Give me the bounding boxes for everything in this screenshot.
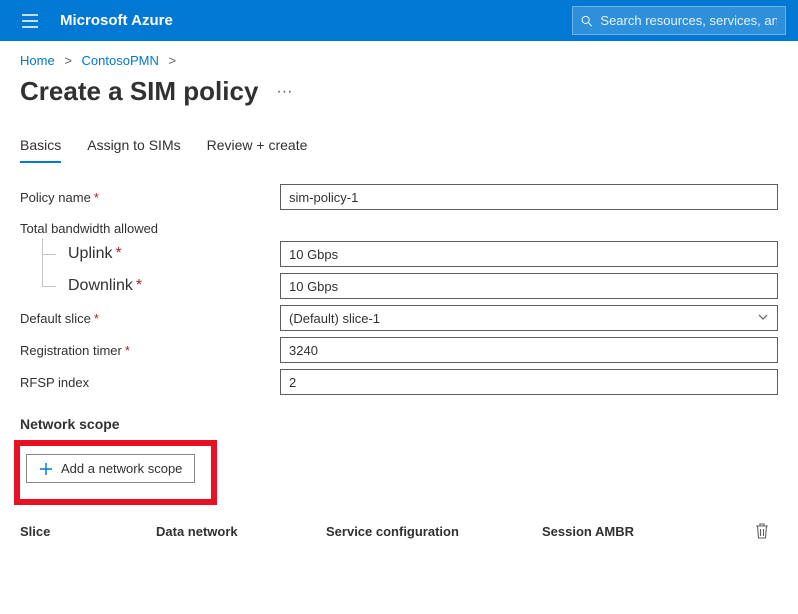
plus-icon (39, 462, 53, 476)
add-network-scope-label: Add a network scope (61, 461, 182, 476)
tab-bar: Basics Assign to SIMs Review + create (0, 107, 798, 163)
col-session-ambr: Session AMBR (542, 524, 746, 539)
page-title: Create a SIM policy (20, 76, 258, 107)
default-slice-value: (Default) slice-1 (289, 311, 380, 326)
col-service-configuration: Service configuration (326, 524, 542, 539)
trash-icon (755, 523, 769, 539)
uplink-input[interactable] (280, 241, 778, 267)
azure-top-bar: Microsoft Azure Search resources, servic… (0, 0, 798, 41)
default-slice-select[interactable]: (Default) slice-1 (280, 305, 778, 331)
breadcrumb-home[interactable]: Home (20, 53, 55, 68)
more-actions-button[interactable]: ··· (272, 79, 296, 105)
highlight-annotation: Add a network scope (14, 440, 217, 505)
policy-name-input[interactable] (280, 184, 778, 210)
breadcrumb-contosopmn[interactable]: ContosoPMN (82, 53, 159, 68)
tab-basics[interactable]: Basics (20, 137, 61, 163)
col-data-network: Data network (156, 524, 326, 539)
search-icon (581, 14, 592, 28)
tab-assign-to-sims[interactable]: Assign to SIMs (87, 137, 180, 163)
delete-column-icon[interactable] (746, 523, 778, 539)
registration-timer-input[interactable] (280, 337, 778, 363)
registration-timer-label: Registration timer (20, 343, 122, 358)
global-search-input[interactable]: Search resources, services, and docs (572, 6, 786, 35)
uplink-label: Uplink (68, 245, 112, 263)
breadcrumb: Home > ContosoPMN > (0, 41, 798, 72)
network-scope-title: Network scope (20, 416, 778, 432)
add-network-scope-button[interactable]: Add a network scope (26, 454, 195, 483)
search-placeholder: Search resources, services, and docs (600, 13, 777, 28)
chevron-down-icon (757, 311, 769, 326)
default-slice-label: Default slice (20, 311, 91, 326)
downlink-label: Downlink (68, 277, 133, 295)
policy-name-label: Policy name (20, 190, 91, 205)
tab-review-create[interactable]: Review + create (207, 137, 308, 163)
brand-label: Microsoft Azure (60, 12, 173, 29)
breadcrumb-separator: > (168, 53, 176, 68)
breadcrumb-separator: > (64, 53, 72, 68)
network-scope-table-header: Slice Data network Service configuration… (20, 523, 778, 539)
bandwidth-group-label: Total bandwidth allowed (20, 217, 778, 238)
col-slice: Slice (20, 524, 156, 539)
rfsp-index-input[interactable] (280, 369, 778, 395)
hamburger-menu-icon[interactable] (12, 14, 48, 28)
downlink-input[interactable] (280, 273, 778, 299)
form-basics: Policy name* Total bandwidth allowed Upl… (0, 163, 798, 539)
rfsp-index-label: RFSP index (20, 375, 89, 390)
